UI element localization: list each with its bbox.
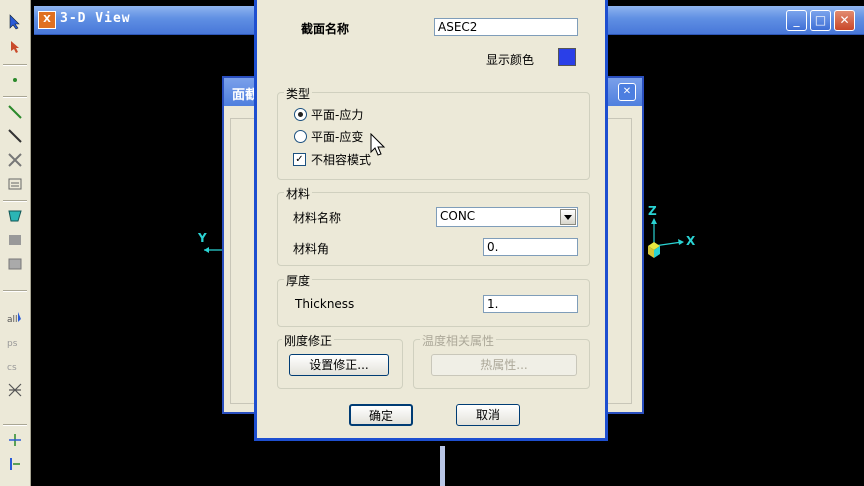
incompatible-mode-label: 不相容模式 — [311, 153, 372, 167]
temperature-group-title: 温度相关属性 — [420, 332, 497, 349]
reshape-pointer-icon[interactable] — [4, 38, 26, 58]
svg-text:all: all — [7, 315, 18, 325]
clear-select-icon[interactable]: cs — [4, 356, 26, 376]
material-name-select[interactable]: CONC — [436, 207, 578, 227]
material-name-label: 材料名称 — [293, 211, 342, 225]
axis-triad: Z X — [640, 204, 700, 268]
draw-section-icon[interactable] — [4, 174, 26, 194]
draw-point-icon[interactable] — [4, 70, 26, 90]
svg-text:ps: ps — [7, 339, 18, 349]
intersect-icon[interactable] — [4, 380, 26, 400]
material-angle-label: 材料角 — [293, 242, 330, 256]
plane-stress-radio[interactable] — [294, 108, 307, 121]
section-data-dialog: 截面名称 ASEC2 显示颜色 类型 平面-应力 平面-应变 ✓ 不相容模式 材… — [254, 0, 608, 441]
draw-line-icon[interactable] — [4, 102, 26, 122]
stiffness-group-title: 刚度修正 — [282, 332, 335, 349]
section-name-label: 截面名称 — [301, 22, 350, 36]
triad-x-label: X — [686, 234, 696, 248]
thickness-input[interactable]: 1. — [483, 295, 578, 313]
display-color-label: 显示颜色 — [486, 53, 535, 67]
quick-area-icon[interactable] — [4, 254, 26, 274]
mouse-cursor-icon — [370, 132, 386, 160]
snap-point-icon[interactable] — [4, 430, 26, 450]
thermal-properties-button: 热属性... — [431, 354, 577, 376]
pointer-icon[interactable] — [4, 12, 26, 32]
thickness-group-title: 厚度 — [284, 272, 313, 289]
draw-rect-area-icon[interactable] — [4, 230, 26, 250]
app-logo-icon: X — [38, 11, 56, 29]
cancel-button[interactable]: 取消 — [456, 404, 520, 426]
material-name-value: CONC — [440, 209, 476, 223]
material-angle-input[interactable]: 0. — [483, 238, 578, 256]
plane-stress-label: 平面-应力 — [311, 108, 364, 122]
left-toolbar: all ps cs — [0, 0, 31, 486]
draw-brace-icon[interactable] — [4, 150, 26, 170]
material-group-title: 材料 — [284, 185, 313, 202]
view-title: 3-D View — [60, 11, 131, 26]
model-line — [440, 446, 445, 486]
triad-z-label: Z — [648, 204, 657, 218]
svg-text:cs: cs — [7, 363, 17, 373]
incompatible-mode-checkbox[interactable]: ✓ — [293, 153, 306, 166]
type-group-title: 类型 — [284, 85, 313, 102]
plane-strain-label: 平面-应变 — [311, 130, 364, 144]
thickness-label: Thickness — [295, 297, 355, 311]
plane-strain-radio[interactable] — [294, 130, 307, 143]
previous-select-icon[interactable]: ps — [4, 332, 26, 352]
select-all-icon[interactable]: all — [4, 308, 26, 328]
minimize-button[interactable]: _ — [786, 10, 807, 31]
close-button[interactable]: ✕ — [834, 10, 855, 31]
section-name-input[interactable]: ASEC2 — [434, 18, 578, 36]
left-axis-y-label: Y — [198, 231, 207, 245]
set-modifiers-button[interactable]: 设置修正... — [289, 354, 389, 376]
maximize-button[interactable]: □ — [810, 10, 831, 31]
background-dialog-close-button[interactable]: ✕ — [618, 83, 636, 101]
chevron-down-icon[interactable] — [560, 209, 576, 225]
display-color-swatch[interactable] — [558, 48, 576, 66]
draw-frame-icon[interactable] — [4, 126, 26, 146]
snap-end-icon[interactable] — [4, 454, 26, 474]
ok-button[interactable]: 确定 — [349, 404, 413, 426]
draw-area-icon[interactable] — [4, 206, 26, 226]
